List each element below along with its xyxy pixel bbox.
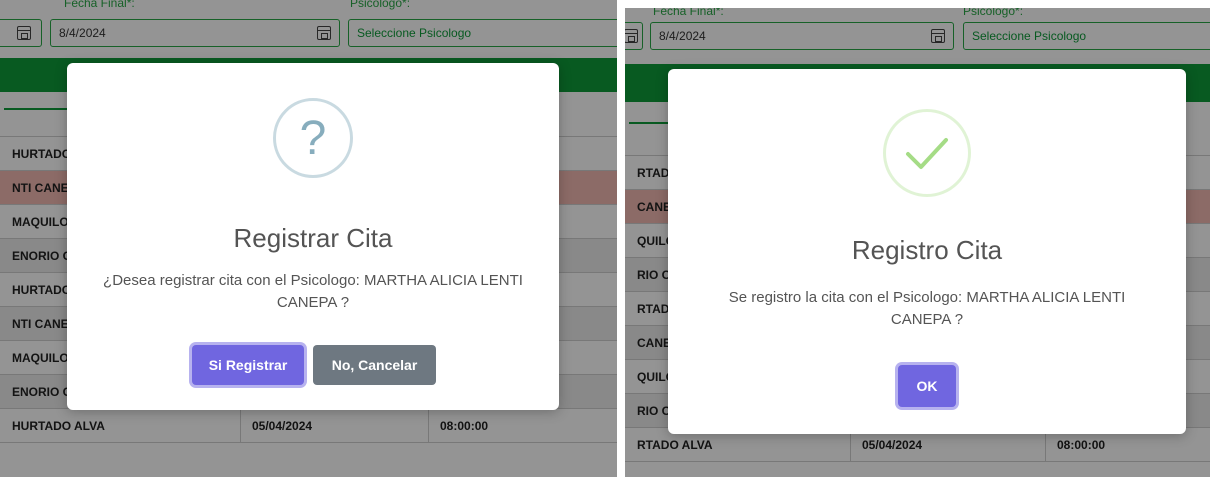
check-icon xyxy=(906,138,948,169)
si-registrar-button[interactable]: Si Registrar xyxy=(192,345,304,385)
dialog-message: ¿Desea registrar cita con el Psicologo: … xyxy=(103,272,523,311)
question-icon-glyph: ? xyxy=(299,111,327,165)
ok-button[interactable]: OK xyxy=(898,365,956,407)
success-check-icon xyxy=(883,109,971,197)
no-cancelar-button[interactable]: No, Cancelar xyxy=(313,345,436,385)
success-dialog: Registro Cita Se registro la cita con el… xyxy=(668,69,1186,434)
dialog-title: Registrar Cita xyxy=(233,223,393,253)
dialog-message: Se registro la cita con el Psicologo: MA… xyxy=(728,289,1126,328)
dialog-title: Registro Cita xyxy=(851,235,1003,265)
right-screenshot-panel: Fecha Final*: 8/4/2024 Psicologo*: Selec… xyxy=(625,8,1210,477)
confirm-dialog: ? Registrar Cita ¿Desea registrar cita c… xyxy=(67,63,559,410)
question-icon: ? xyxy=(273,98,353,178)
left-screenshot-panel: Fecha Final*: 8/4/2024 Psicologo*: Selec… xyxy=(0,0,617,477)
